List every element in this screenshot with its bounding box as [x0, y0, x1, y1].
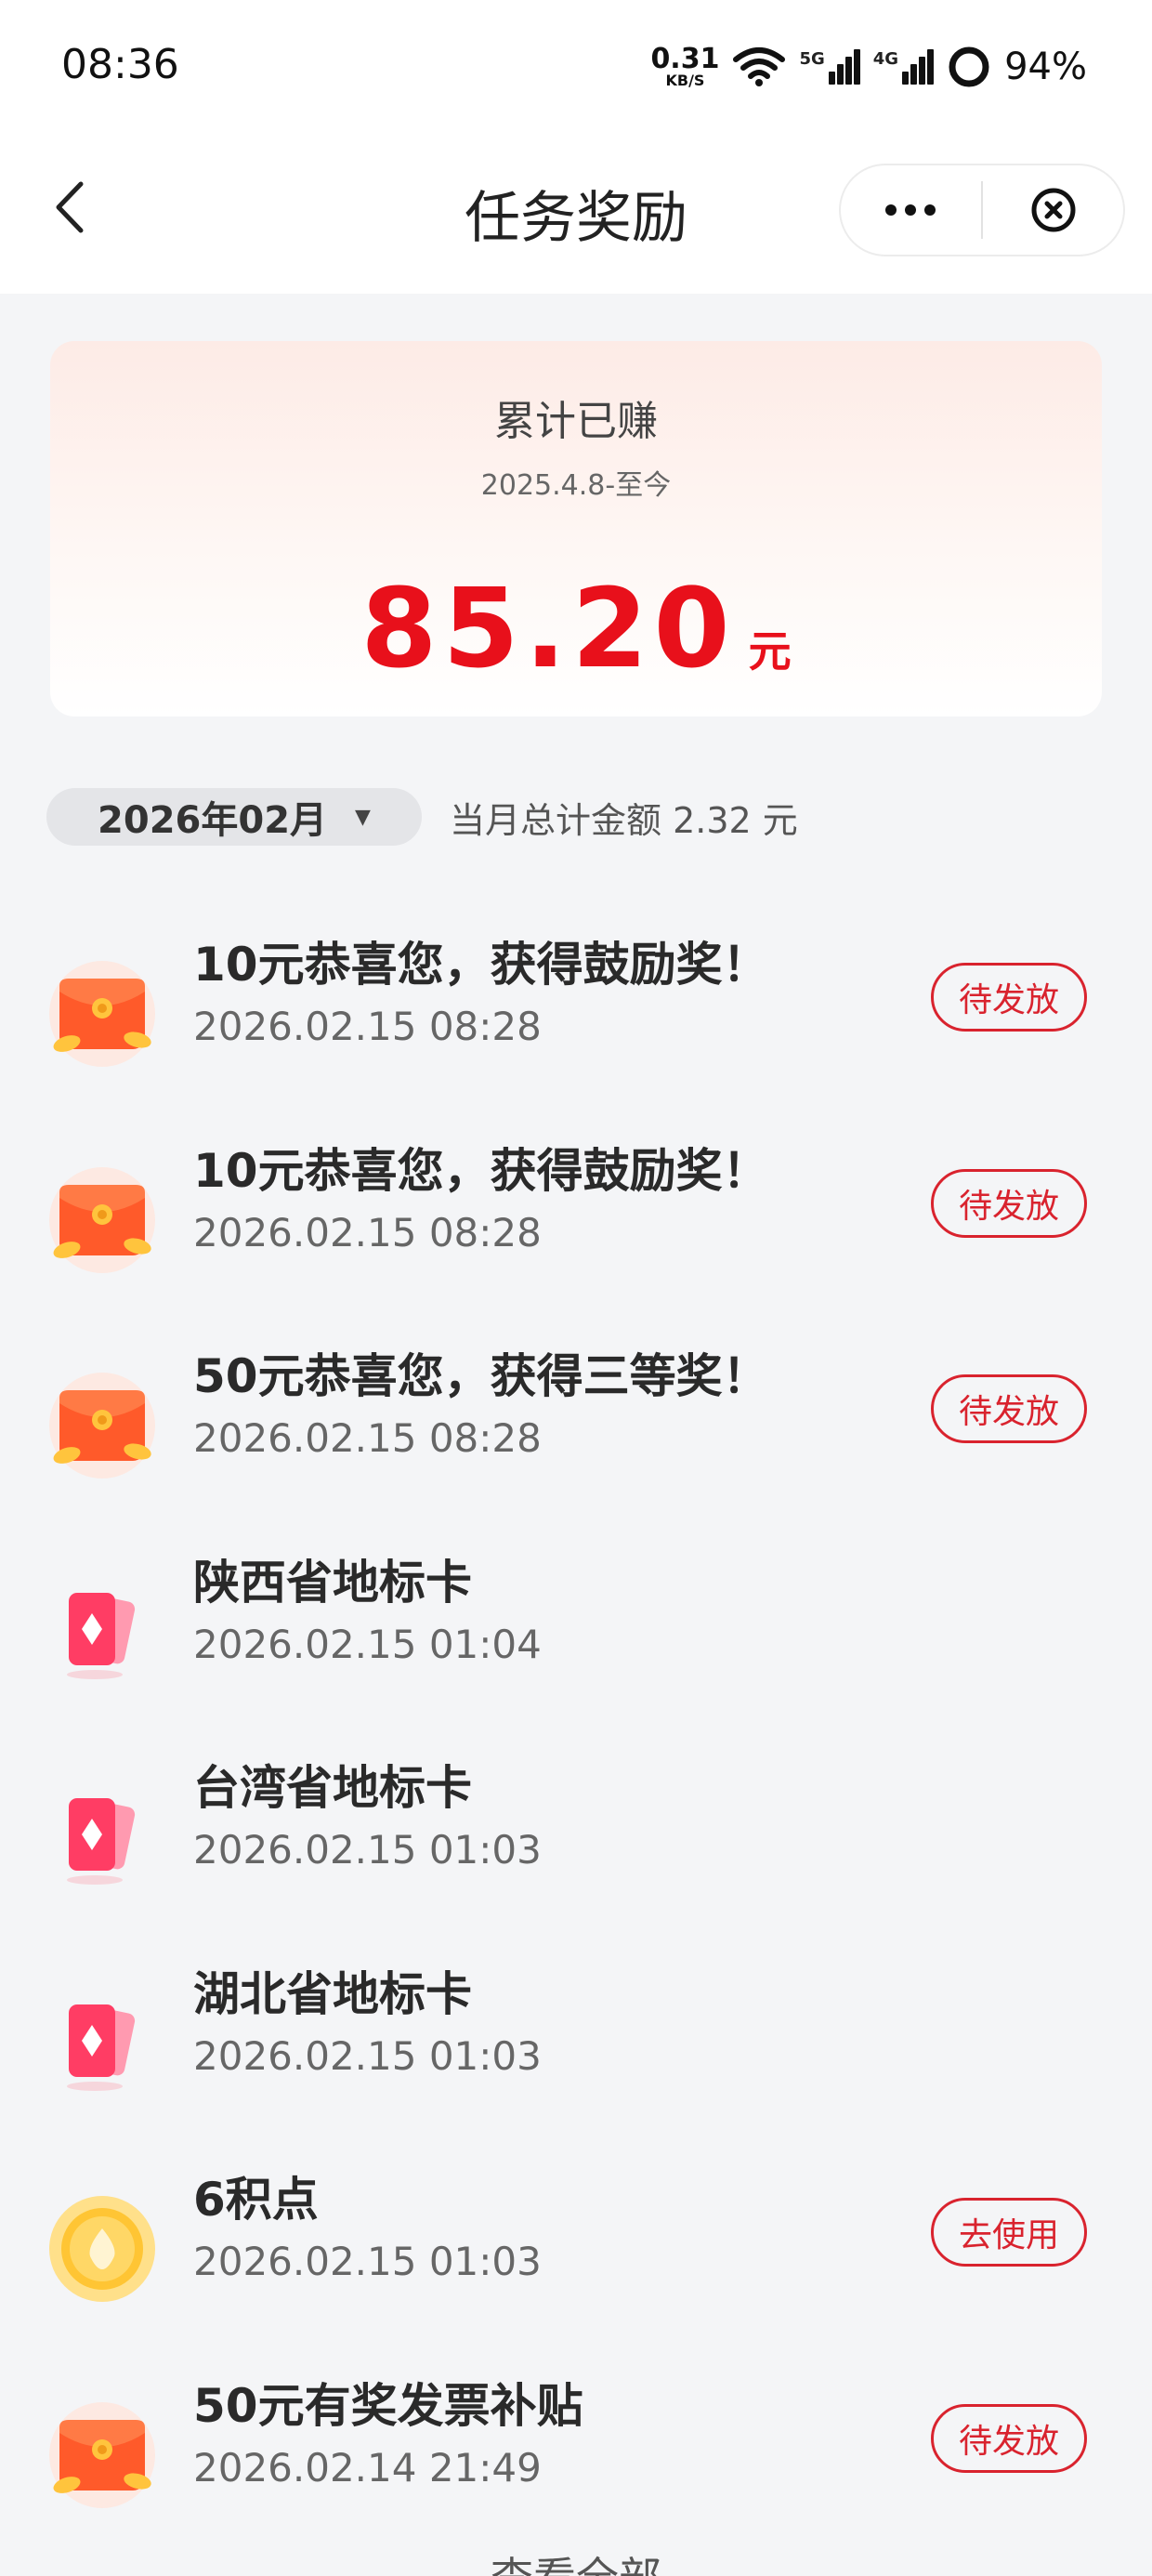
reward-title: 10元恭喜您，获得鼓励奖！ [193, 938, 769, 992]
landmark-card-icon [46, 1781, 158, 1893]
reward-row[interactable]: 6积点 2026.02.15 01:03 去使用 [0, 2127, 1152, 2333]
network-speed-unit: KB/S [665, 72, 705, 89]
reward-time: 2026.02.15 01:04 [193, 1621, 542, 1667]
more-dots-icon [885, 204, 936, 216]
reward-row[interactable]: 湖北省地标卡 2026.02.15 01:03 [0, 1922, 1152, 2128]
reward-row[interactable]: 陕西省地标卡 2026.02.15 01:04 [0, 1510, 1152, 1716]
signal-4g-label: 4G [872, 49, 899, 69]
status-indicators: 0.31 KB/S 5G 4G 94% [650, 41, 1087, 93]
red-envelope-icon [46, 2399, 158, 2511]
signal-5g-icon: 5G [799, 49, 860, 85]
red-envelope-icon [46, 958, 158, 1070]
reward-title: 10元恭喜您，获得鼓励奖！ [193, 1143, 769, 1198]
reward-list: 10元恭喜您，获得鼓励奖！ 2026.02.15 08:28 待发放 10元恭喜您，… [0, 892, 1152, 2539]
reward-status-button[interactable]: 去使用 [931, 2198, 1087, 2267]
earnings-summary-card: 累计已赚 2025.4.8-至今 85.20 元 [50, 341, 1102, 716]
network-speed: 0.31 KB/S [650, 46, 719, 88]
reward-row[interactable]: 50元有奖发票补贴 2026.02.14 21:49 待发放 [0, 2333, 1152, 2540]
miniprogram-capsule [839, 164, 1125, 256]
summary-unit: 元 [748, 626, 792, 677]
status-time: 08:36 [61, 41, 179, 88]
reward-time: 2026.02.15 08:28 [193, 1004, 542, 1049]
status-bar: 08:36 0.31 KB/S 5G 4G 94% [0, 0, 1152, 138]
reward-status-button[interactable]: 待发放 [931, 1168, 1087, 1238]
title-bar: 任务奖励 [0, 138, 1152, 294]
red-envelope-icon [46, 1370, 158, 1481]
reward-status-button[interactable]: 待发放 [931, 1374, 1087, 1443]
month-total: 当月总计金额 2.32 元 [450, 800, 798, 841]
month-value: 2026年02月 [98, 799, 328, 842]
close-circle-icon [1031, 188, 1076, 232]
view-all-link[interactable]: 查看全部 [0, 2544, 1152, 2576]
reward-row[interactable]: 台湾省地标卡 2026.02.15 01:03 [0, 1715, 1152, 1922]
reward-time: 2026.02.15 08:28 [193, 1209, 542, 1255]
reward-title: 6积点 [193, 2173, 319, 2227]
signal-5g-label: 5G [799, 49, 825, 69]
reward-row[interactable]: 10元恭喜您，获得鼓励奖！ 2026.02.15 08:28 待发放 [0, 892, 1152, 1098]
reward-title: 50元有奖发票补贴 [193, 2378, 583, 2433]
summary-date-range: 2025.4.8-至今 [480, 469, 672, 502]
wifi-icon [733, 47, 786, 86]
battery-level: 94% [1004, 46, 1087, 88]
reward-time: 2026.02.15 01:03 [193, 1827, 542, 1873]
caret-down-icon: ▼ [355, 805, 371, 829]
summary-amount: 85.20 [360, 564, 736, 692]
landmark-card-icon [46, 1576, 158, 1688]
battery-ring-icon [949, 46, 989, 87]
points-coin-icon [46, 2193, 158, 2305]
reward-time: 2026.02.15 08:28 [193, 1415, 542, 1461]
summary-amount-row: 85.20 元 [50, 564, 1102, 692]
reward-status-button[interactable]: 待发放 [931, 2403, 1087, 2473]
reward-title: 湖北省地标卡 [193, 1966, 472, 2021]
red-envelope-icon [46, 1164, 158, 1276]
reward-time: 2026.02.15 01:03 [193, 2032, 542, 2079]
month-selector[interactable]: 2026年02月 ▼ [46, 788, 422, 846]
reward-title: 50元恭喜您，获得三等奖！ [193, 1349, 769, 1403]
network-speed-value: 0.31 [650, 43, 720, 75]
close-button[interactable] [983, 165, 1123, 255]
reward-time: 2026.02.15 01:03 [193, 2239, 542, 2284]
summary-label: 累计已赚 [494, 398, 658, 445]
signal-4g-icon: 4G [872, 49, 935, 85]
reward-time: 2026.02.14 21:49 [193, 2444, 542, 2491]
reward-title: 台湾省地标卡 [193, 1761, 472, 1815]
landmark-card-icon [46, 1988, 158, 2099]
reward-status-button[interactable]: 待发放 [931, 963, 1087, 1032]
reward-row[interactable]: 50元恭喜您，获得三等奖！ 2026.02.15 08:28 待发放 [0, 1304, 1152, 1510]
reward-title: 陕西省地标卡 [193, 1555, 472, 1610]
reward-row[interactable]: 10元恭喜您，获得鼓励奖！ 2026.02.15 08:28 待发放 [0, 1098, 1152, 1305]
more-button[interactable] [841, 165, 981, 255]
